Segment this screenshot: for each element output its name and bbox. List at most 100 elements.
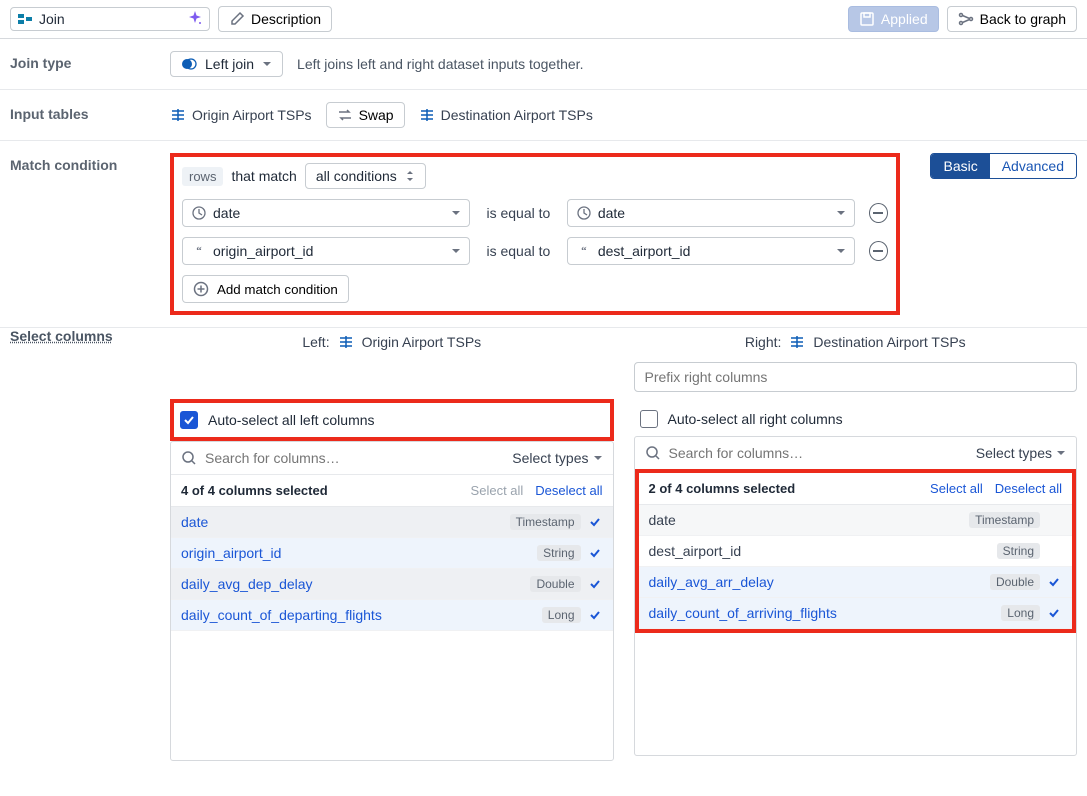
column-name: date xyxy=(649,512,676,528)
swap-icon xyxy=(337,107,353,123)
chevron-down-icon xyxy=(836,246,846,256)
match-mode-value: all conditions xyxy=(316,168,397,184)
basic-advanced-toggle[interactable]: Basic Advanced xyxy=(930,153,1077,179)
match-condition-label: Match condition xyxy=(10,153,150,173)
right-search-input[interactable] xyxy=(669,445,968,461)
applied-button[interactable]: Applied xyxy=(848,6,939,32)
left-columns-box: Select types 4 of 4 columns selected Sel… xyxy=(170,441,614,761)
right-table-chip[interactable]: Destination Airport TSPs xyxy=(419,107,593,123)
field-name: date xyxy=(213,205,240,221)
match-condition-row: Match condition rows that match all cond… xyxy=(0,141,1087,328)
join-type-hint: Left joins left and right dataset inputs… xyxy=(297,56,583,72)
remove-condition-button[interactable] xyxy=(869,241,888,261)
column-type-badge: Long xyxy=(1001,605,1040,621)
chevron-down-icon xyxy=(1056,448,1066,458)
left-select-types[interactable]: Select types xyxy=(512,450,602,466)
remove-condition-button[interactable] xyxy=(869,203,888,223)
select-columns-section: Select columns Left: Origin Airport TSPs… xyxy=(0,328,1087,771)
search-icon xyxy=(181,450,197,466)
basic-tab[interactable]: Basic xyxy=(931,154,989,178)
search-icon xyxy=(645,445,661,461)
column-type-badge: Double xyxy=(530,576,580,592)
column-selected-check xyxy=(589,578,603,590)
column-row[interactable]: date Timestamp xyxy=(171,507,613,538)
column-row[interactable]: origin_airport_id String xyxy=(171,538,613,569)
auto-select-right-checkbox[interactable] xyxy=(640,410,658,428)
right-title: Right: xyxy=(745,334,782,350)
column-type-badge: Long xyxy=(542,607,581,623)
sort-icon xyxy=(405,170,415,182)
back-to-graph-button[interactable]: Back to graph xyxy=(947,6,1077,32)
chevron-down-icon xyxy=(451,246,461,256)
column-row[interactable]: daily_avg_dep_delay Double xyxy=(171,569,613,600)
sparkle-icon[interactable] xyxy=(187,11,203,27)
condition-left-field[interactable]: date xyxy=(182,199,470,227)
topbar: Join Description Applied Back to graph xyxy=(0,0,1087,39)
auto-select-left-row[interactable]: Auto-select all left columns xyxy=(170,399,614,441)
auto-select-right-label: Auto-select all right columns xyxy=(668,411,843,427)
input-tables-label: Input tables xyxy=(10,102,150,122)
description-button[interactable]: Description xyxy=(218,6,332,32)
add-match-label: Add match condition xyxy=(217,282,338,297)
add-match-condition-button[interactable]: Add match condition xyxy=(182,275,349,303)
condition-row: date is equal to date xyxy=(182,199,888,227)
left-select-all[interactable]: Select all xyxy=(471,483,524,498)
right-columns-panel: Right: Destination Airport TSPs Auto-sel… xyxy=(634,328,1078,761)
right-deselect-all[interactable]: Deselect all xyxy=(995,481,1062,496)
column-row[interactable]: date Timestamp xyxy=(639,505,1073,536)
join-type-row: Join type Left join Left joins left and … xyxy=(0,39,1087,90)
chevron-down-icon xyxy=(836,208,846,218)
column-selected-check xyxy=(1048,607,1062,619)
right-columns-box: Select types 2 of 4 columns selected Sel… xyxy=(634,436,1078,756)
auto-select-left-checkbox[interactable] xyxy=(180,411,198,429)
node-chip[interactable]: Join xyxy=(10,7,210,31)
column-type-badge: Timestamp xyxy=(510,514,581,530)
left-join-icon xyxy=(181,56,197,72)
condition-operator: is equal to xyxy=(484,243,553,259)
field-name: dest_airport_id xyxy=(598,243,691,259)
condition-row: “ origin_airport_id is equal to “ dest_a… xyxy=(182,237,888,265)
condition-left-field[interactable]: “ origin_airport_id xyxy=(182,237,470,265)
column-selected-check xyxy=(1048,576,1062,588)
condition-right-field[interactable]: “ dest_airport_id xyxy=(567,237,855,265)
join-icon xyxy=(17,11,33,27)
right-select-all[interactable]: Select all xyxy=(930,481,983,496)
column-row[interactable]: daily_avg_arr_delay Double xyxy=(639,567,1073,598)
column-name: daily_count_of_departing_flights xyxy=(181,607,382,623)
table-icon xyxy=(419,107,435,123)
node-type-label: Join xyxy=(39,11,65,27)
auto-select-right-row[interactable]: Auto-select all right columns xyxy=(634,402,1078,436)
graph-icon xyxy=(958,11,974,27)
left-search-input[interactable] xyxy=(205,450,504,466)
edit-icon xyxy=(229,11,245,27)
field-name: date xyxy=(598,205,625,221)
column-name: daily_avg_arr_delay xyxy=(649,574,774,590)
left-columns-panel: Left: Origin Airport TSPs Auto-select al… xyxy=(170,328,614,761)
left-deselect-all[interactable]: Deselect all xyxy=(535,483,602,498)
match-mode-select[interactable]: all conditions xyxy=(305,163,426,189)
column-row[interactable]: dest_airport_id String xyxy=(639,536,1073,567)
join-type-value: Left join xyxy=(205,56,254,72)
plus-circle-icon xyxy=(193,281,209,297)
right-select-types[interactable]: Select types xyxy=(976,445,1066,461)
applied-label: Applied xyxy=(881,11,928,27)
join-type-select[interactable]: Left join xyxy=(170,51,283,77)
column-name: daily_count_of_arriving_flights xyxy=(649,605,837,621)
swap-button[interactable]: Swap xyxy=(326,102,405,128)
select-columns-label[interactable]: Select columns xyxy=(10,328,150,761)
advanced-tab[interactable]: Advanced xyxy=(990,154,1076,178)
chevron-down-icon xyxy=(451,208,461,218)
column-name: daily_avg_dep_delay xyxy=(181,576,313,592)
chevron-down-icon xyxy=(262,59,272,69)
left-table-chip[interactable]: Origin Airport TSPs xyxy=(170,107,312,123)
swap-label: Swap xyxy=(359,107,394,123)
column-selected-check xyxy=(589,609,603,621)
column-row[interactable]: daily_count_of_departing_flights Long xyxy=(171,600,613,631)
column-row[interactable]: daily_count_of_arriving_flights Long xyxy=(639,598,1073,629)
left-title: Left: xyxy=(302,334,329,350)
auto-select-left-label: Auto-select all left columns xyxy=(208,412,375,428)
prefix-right-input[interactable] xyxy=(634,362,1078,392)
condition-right-field[interactable]: date xyxy=(567,199,855,227)
column-name: origin_airport_id xyxy=(181,545,281,561)
description-label: Description xyxy=(251,11,321,27)
